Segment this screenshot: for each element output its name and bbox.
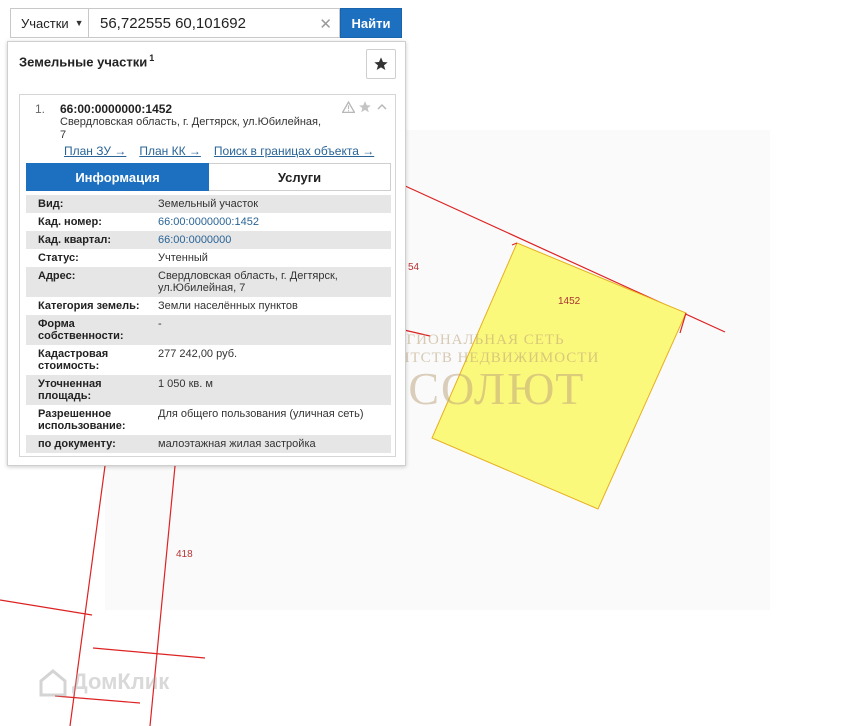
card-links: План ЗУ → План КК → Поиск в границах объ… <box>64 144 374 158</box>
row-key: по документу: <box>38 438 116 450</box>
row-value: Учтенный <box>158 252 208 264</box>
parcel-label: 1452 <box>558 296 581 307</box>
card-tabs: Информация Услуги <box>26 163 391 191</box>
result-address: Свердловская область, г. Дегтярск, ул.Юб… <box>60 116 322 141</box>
table-row: Вид: Земельный участок <box>26 195 391 213</box>
favorite-button[interactable] <box>366 49 396 79</box>
boundary-line <box>0 599 93 616</box>
table-row: Уточненная площадь: 1 050 кв. м <box>26 375 391 405</box>
row-key: Разрешенное использование: <box>38 408 126 432</box>
result-cadastral-number[interactable]: 66:00:0000000:1452 <box>60 102 172 116</box>
row-key: Категория земель: <box>38 300 140 312</box>
row-value: Земельный участок <box>158 198 259 210</box>
plan-kk-link[interactable]: План КК → <box>139 144 201 158</box>
card-actions <box>342 100 389 114</box>
search-bar: Участки ▼ 56,722555 60,101692 ✕ Найти <box>10 8 402 38</box>
row-value: Свердловская область, г. Дегтярск, ул.Юб… <box>158 270 338 294</box>
search-button[interactable]: Найти <box>340 8 402 38</box>
row-key: Кад. номер: <box>38 216 102 228</box>
results-panel: Земельные участки 1 1. 66:00:0000000:1452… <box>7 41 406 466</box>
panel-title-text: Земельные участки <box>19 54 148 70</box>
table-row: Кадастровая стоимость: 277 242,00 руб. <box>26 345 391 375</box>
row-key: Уточненная площадь: <box>38 378 102 402</box>
cadastral-number-link[interactable]: 66:00:0000000:1452 <box>146 213 391 231</box>
table-row: по документу: малоэтажная жилая застройк… <box>26 435 391 453</box>
warning-icon[interactable] <box>342 101 355 113</box>
row-value: малоэтажная жилая застройка <box>158 438 316 450</box>
panel-title: Земельные участки 1 <box>19 53 154 69</box>
row-key: Статус: <box>38 252 79 264</box>
tab-services[interactable]: Услуги <box>209 163 391 191</box>
star-icon <box>374 57 388 70</box>
row-value: - <box>158 318 162 330</box>
table-row: Кад. квартал: 66:00:0000000 <box>26 231 391 249</box>
table-row: Категория земель: Земли населённых пункт… <box>26 297 391 315</box>
row-value: Земли населённых пунктов <box>158 300 298 312</box>
plan-zu-link[interactable]: План ЗУ → <box>64 144 126 158</box>
domclick-watermark: ДомКлик <box>38 668 169 698</box>
result-count: 1 <box>149 53 155 63</box>
row-key: Адрес: <box>38 270 76 282</box>
search-query: 56,722555 60,101692 <box>100 14 246 32</box>
search-type-dropdown[interactable]: Участки ▼ <box>10 8 88 38</box>
info-table: Вид: Земельный участок Кад. номер: 66:00… <box>26 195 391 453</box>
table-row: Разрешенное использование: Для общего по… <box>26 405 391 435</box>
clear-icon[interactable]: ✕ <box>319 15 332 33</box>
table-row: Адрес: Свердловская область, г. Дегтярск… <box>26 267 391 297</box>
table-row: Статус: Учтенный <box>26 249 391 267</box>
table-row: Форма собственности: - <box>26 315 391 345</box>
result-index: 1. <box>35 102 46 116</box>
row-key: Вид: <box>38 198 64 210</box>
caret-down-icon: ▼ <box>74 18 84 28</box>
chevron-up-icon[interactable] <box>375 101 389 113</box>
row-value: 1 050 кв. м <box>158 378 213 390</box>
parcel-number-label: 54 <box>408 262 420 273</box>
table-row: Кад. номер: 66:00:0000000:1452 <box>26 213 391 231</box>
parcel-number-label: 418 <box>176 549 193 560</box>
domclick-label: ДомКлик <box>72 668 170 694</box>
star-icon[interactable] <box>358 100 372 114</box>
cadastral-quarter-link[interactable]: 66:00:0000000 <box>146 231 391 249</box>
row-value: 277 242,00 руб. <box>158 348 238 360</box>
boundary-line <box>92 647 206 659</box>
row-key: Кад. квартал: <box>38 234 112 246</box>
row-key: Форма собственности: <box>38 318 124 342</box>
result-card: 1. 66:00:0000000:1452 Свердловская облас… <box>19 94 396 457</box>
tab-info[interactable]: Информация <box>26 163 209 191</box>
search-input[interactable]: 56,722555 60,101692 ✕ <box>88 8 340 38</box>
row-value: Для общего пользования (уличная сеть) <box>158 408 364 420</box>
row-key: Кадастровая стоимость: <box>38 348 109 372</box>
search-type-label: Участки <box>21 15 69 31</box>
house-icon <box>39 669 67 697</box>
search-within-link[interactable]: Поиск в границах объекта → <box>214 144 374 158</box>
